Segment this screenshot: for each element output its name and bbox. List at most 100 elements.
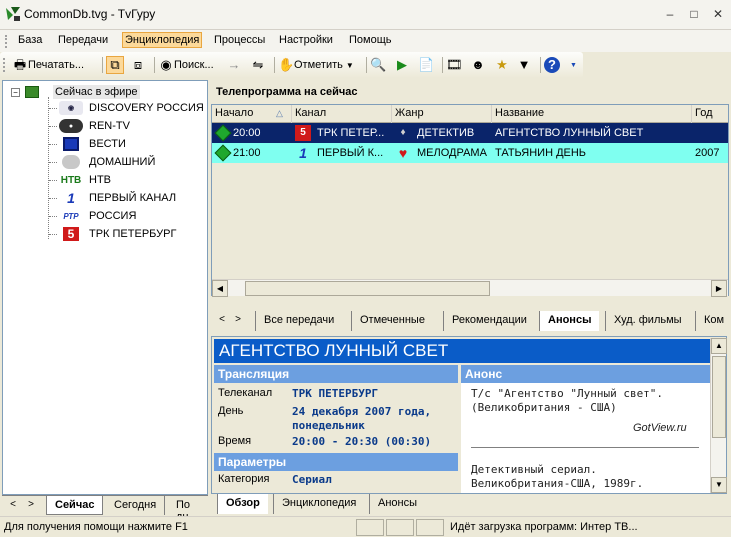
scroll-down-button[interactable]: ▼ <box>711 477 727 493</box>
mark-button[interactable]: ✋ Отметить ▼ <box>278 56 354 74</box>
tab-next-button[interactable]: > <box>231 314 245 328</box>
on-air-icon <box>214 124 232 142</box>
col-genre[interactable]: Жанр <box>392 105 492 123</box>
menu-processes[interactable]: Процессы <box>214 34 265 46</box>
minimize-button[interactable]: – <box>662 6 678 22</box>
export-button[interactable]: ▶ <box>394 56 410 74</box>
tab-all-programs[interactable]: Все передачи <box>255 311 342 331</box>
mark-label: Отметить <box>294 59 343 71</box>
person-icon: ☻ <box>471 57 485 72</box>
menu-programs[interactable]: Передачи <box>58 34 108 46</box>
col-title[interactable]: Название <box>492 105 692 123</box>
channel-label: ПЕРВЫЙ КАНАЛ <box>89 192 177 204</box>
tree-item-domashny[interactable]: ДОМАШНИЙ <box>49 154 155 170</box>
actors-button[interactable]: ☻ <box>470 56 486 74</box>
tab-announcements[interactable]: Анонсы <box>539 311 600 331</box>
tab-prev-button[interactable]: < <box>6 499 20 513</box>
menu-encyclopedia[interactable]: Энциклопедия <box>122 32 203 48</box>
status-bar: Для получения помощи нажмите F1 Идёт заг… <box>0 516 731 537</box>
film-icon: 🎞 <box>446 57 463 72</box>
preview-button[interactable]: 🔍 <box>370 56 386 74</box>
programs-panel: Телепрограмма на сейчас Начало △ Канал Ж… <box>211 80 729 331</box>
tile-windows-icon: ⧈ <box>133 57 143 72</box>
tab-detail-announcements[interactable]: Анонсы <box>369 494 425 514</box>
status-help: Для получения помощи нажмите F1 <box>4 521 188 533</box>
table-row[interactable]: 20:00 5 ТРК ПЕТЕР... ♦ ДЕТЕКТИВ АГЕНТСТВО … <box>212 123 728 143</box>
close-button[interactable]: ✕ <box>710 6 726 22</box>
anons-line-2: (Великобритания - США) <box>471 401 617 414</box>
cell-channel: 5 ТРК ПЕТЕР... <box>292 123 392 143</box>
channel-label: Телеканал <box>218 387 273 399</box>
tab-more[interactable]: Ком <box>695 311 731 331</box>
print-button[interactable]: 🖶 Печатать... <box>12 56 84 74</box>
title-bar: CommonDb.tvg - TvГуру – □ ✕ <box>0 0 731 30</box>
scroll-thumb[interactable] <box>245 281 490 296</box>
table-row[interactable]: 21:00 1 ПЕРВЫЙ К... ♥ МЕЛОДРАМА ТАТЬЯНИН Д… <box>212 143 728 163</box>
maximize-button[interactable]: □ <box>686 6 702 22</box>
scroll-thumb[interactable] <box>712 356 726 438</box>
menu-base[interactable]: База <box>18 34 42 46</box>
channel-label: ТРК ПЕТЕРБУРГ <box>89 228 177 240</box>
tree-item-rossiya[interactable]: РТР РОССИЯ <box>49 208 136 224</box>
col-year[interactable]: Год <box>692 105 728 123</box>
collapse-icon[interactable]: − <box>11 87 20 97</box>
vertical-scrollbar[interactable]: ▲ ▼ <box>710 338 727 493</box>
tab-overview[interactable]: Обзор <box>217 494 268 514</box>
toolbar-separator <box>540 57 541 73</box>
tree-item-trk-peterburg[interactable]: 5 ТРК ПЕТЕРБУРГ <box>49 226 177 242</box>
tab-encyclopedia[interactable]: Энциклопедия <box>273 494 364 514</box>
horizontal-scrollbar[interactable]: ◀ ▶ <box>212 279 728 297</box>
cell-genre: ♥ МЕЛОДРАМА <box>392 143 492 163</box>
help-button[interactable]: ? <box>544 56 560 74</box>
tab-today[interactable]: Сегодня <box>106 496 166 515</box>
tree-item-discovery[interactable]: ◉ DISCOVERY РОССИЯ <box>49 100 204 116</box>
col-start[interactable]: Начало △ <box>212 105 292 123</box>
toolbar-separator <box>102 57 103 73</box>
tab-now[interactable]: Сейчас <box>46 496 104 515</box>
tab-prev-button[interactable]: < <box>215 314 229 328</box>
films-button[interactable]: 🎞 <box>446 56 463 74</box>
day-value: 24 декабря 2007 года, <box>292 405 432 418</box>
channel-tree[interactable]: − Сейчас в эфире ◉ DISCOVERY РОССИЯ ● RE… <box>2 80 208 495</box>
params-header: Параметры <box>214 453 458 471</box>
awards-button[interactable]: ★ <box>494 56 510 74</box>
doc-arrow-icon: ▶ <box>397 57 407 72</box>
perviy-logo-icon: 1 <box>299 145 307 162</box>
rtr-logo-icon: РТР <box>63 211 79 221</box>
scroll-up-button[interactable]: ▲ <box>711 338 727 354</box>
channel-label: ВЕСТИ <box>89 138 126 150</box>
tree-item-ntv[interactable]: НТВ НТВ <box>49 172 111 188</box>
tab-feature-films[interactable]: Худ. фильмы <box>605 311 690 331</box>
toolbar-separator <box>442 57 443 73</box>
menu-help[interactable]: Помощь <box>349 34 392 46</box>
doc-magnify-icon: 🔍 <box>370 57 387 72</box>
tab-marked[interactable]: Отмеченные <box>351 311 433 331</box>
scroll-right-button[interactable]: ▶ <box>711 280 727 297</box>
replace-button[interactable]: ⇋ <box>250 56 266 74</box>
discovery-logo-icon: ◉ <box>59 101 83 115</box>
detail-title: АГЕНТСТВО ЛУННЫЙ СВЕТ <box>214 339 710 363</box>
tree-root[interactable]: − Сейчас в эфире <box>11 85 140 99</box>
tab-by-days[interactable]: По дн <box>168 496 208 523</box>
help-icon: ? <box>544 57 560 73</box>
status-pane <box>416 519 444 536</box>
col-channel[interactable]: Канал <box>292 105 392 123</box>
filter-button[interactable]: ▼ <box>516 56 532 74</box>
channel-value[interactable]: ТРК ПЕТЕРБУРГ <box>292 387 378 400</box>
view-cascade-button[interactable]: ⧉ <box>106 56 124 74</box>
toolbar-separator <box>366 57 367 73</box>
tree-item-ren-tv[interactable]: ● REN-TV <box>49 118 130 134</box>
tab-recommendations[interactable]: Рекомендации <box>443 311 535 331</box>
toolbar-overflow-button[interactable]: ▼ <box>570 56 577 74</box>
scroll-left-button[interactable]: ◀ <box>212 280 228 297</box>
menu-settings[interactable]: Настройки <box>279 34 333 46</box>
anons-desc-2: Великобритания-США, 1989г. <box>471 477 644 490</box>
tree-item-perviy[interactable]: 1 ПЕРВЫЙ КАНАЛ <box>49 190 177 206</box>
tab-next-button[interactable]: > <box>24 499 38 513</box>
tree-item-vesti[interactable]: ВЕСТИ <box>49 136 126 152</box>
find-next-button[interactable]: → <box>226 56 242 74</box>
view-tile-button[interactable]: ⧈ <box>130 56 146 74</box>
document-button[interactable]: 📄 <box>418 56 434 74</box>
search-button[interactable]: ◉ Поиск... <box>158 56 213 74</box>
cell-start: 21:00 <box>212 143 292 163</box>
